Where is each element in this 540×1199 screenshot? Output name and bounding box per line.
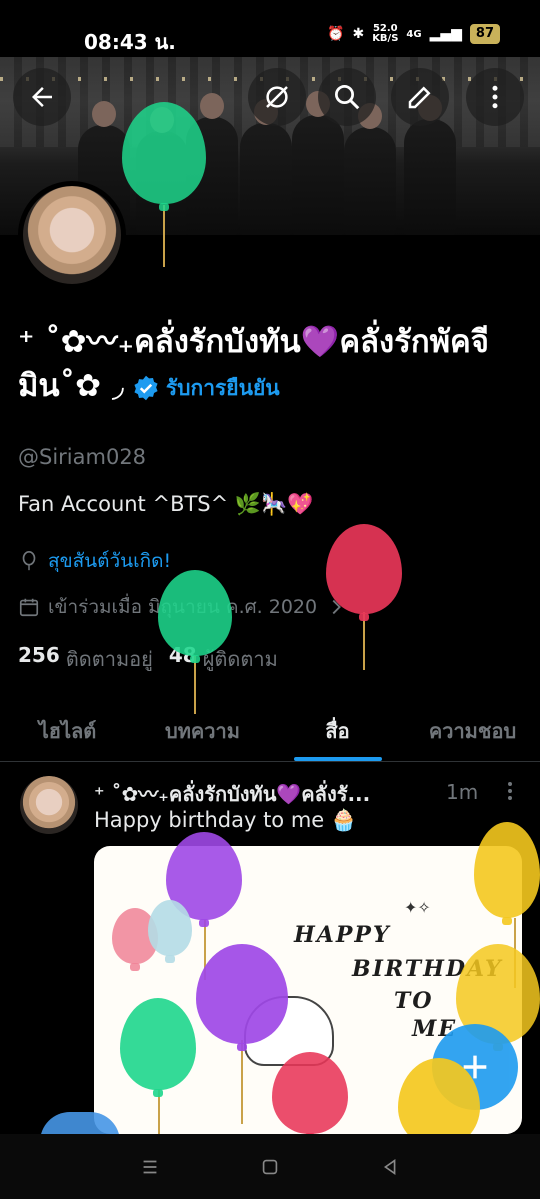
no-grok-icon bbox=[266, 86, 288, 108]
balloon-icon bbox=[22, 551, 36, 571]
banner-figure bbox=[404, 95, 456, 235]
search-button[interactable] bbox=[318, 68, 376, 126]
status-time: 08:43 น. bbox=[84, 30, 176, 54]
network-speed: 52.0 KB/S bbox=[372, 23, 399, 44]
grok-button[interactable] bbox=[248, 68, 306, 126]
tab-articles[interactable]: บทความ bbox=[135, 700, 270, 761]
follow-stats: 256 ติดตามอยู่ 48 ผู้ติดตาม bbox=[18, 643, 278, 675]
balloon-string bbox=[194, 656, 196, 714]
alarm-icon: ⏰ bbox=[327, 26, 345, 42]
striped-balloon bbox=[148, 900, 192, 956]
more-options-button[interactable] bbox=[466, 68, 524, 126]
birthday-text[interactable]: สุขสันต์วันเกิด! bbox=[48, 546, 171, 576]
bluetooth-icon: ✱ bbox=[352, 26, 365, 42]
profile-avatar[interactable] bbox=[18, 181, 126, 289]
battery-indicator: 87 bbox=[469, 24, 500, 44]
signal-icon: ▂▄▆ bbox=[429, 26, 462, 42]
back-nav-icon[interactable] bbox=[379, 1156, 401, 1178]
edit-button[interactable] bbox=[391, 68, 449, 126]
following-label[interactable]: ติดตามอยู่ bbox=[66, 643, 153, 675]
tab-highlights[interactable]: ไฮไลต์ bbox=[0, 700, 135, 761]
tweet-avatar[interactable] bbox=[20, 776, 78, 834]
edit-icon bbox=[408, 86, 431, 109]
verified-label[interactable]: รับการยืนยัน bbox=[166, 376, 280, 400]
status-icons: ⏰ ✱ 52.0 KB/S 4G ▂▄▆ 87 bbox=[327, 24, 500, 44]
back-button[interactable] bbox=[13, 68, 71, 126]
tweet-text: Happy birthday to me 🧁 bbox=[94, 808, 358, 832]
verified-icon[interactable] bbox=[132, 374, 160, 402]
following-count[interactable]: 256 bbox=[18, 643, 60, 675]
green-balloon bbox=[122, 102, 206, 204]
profile-tabs: ไฮไลต์ บทความ สื่อ ความชอบ bbox=[0, 700, 540, 762]
tab-media[interactable]: สื่อ bbox=[270, 700, 405, 761]
sparkle-decoration: ✦✧ bbox=[404, 898, 431, 917]
yellow-balloon bbox=[474, 822, 540, 918]
birthday-row[interactable]: สุขสันต์วันเกิด! bbox=[18, 546, 171, 576]
profile-display-name: ⁺ ˚✿〰₊คลั่งรักบังทัน💜คลั่งรักพัคจีมิน˚✿ … bbox=[18, 320, 522, 410]
back-arrow-icon bbox=[32, 87, 52, 107]
home-icon[interactable] bbox=[259, 1156, 281, 1178]
tweet-author-name[interactable]: ⁺ ˚✿〰₊คลั่งรักบังทัน💜คลั่งรั... bbox=[94, 778, 494, 810]
red-balloon bbox=[326, 524, 402, 614]
media-text-line: TO bbox=[394, 988, 434, 1014]
tweet-timestamp: 1m bbox=[446, 780, 479, 804]
red-balloon bbox=[272, 1052, 348, 1134]
profile-handle: @Siriam028 bbox=[18, 445, 147, 469]
profile-bio: Fan Account ^BTS^ 🌿🎠💖 bbox=[18, 492, 314, 516]
media-text-line: HAPPY bbox=[294, 922, 391, 948]
banner-figure bbox=[240, 99, 292, 235]
calendar-icon bbox=[19, 598, 39, 617]
banner-figure bbox=[292, 91, 344, 235]
balloon-string bbox=[163, 205, 165, 267]
green-balloon bbox=[120, 998, 196, 1090]
balloon-string bbox=[241, 1040, 243, 1124]
tab-likes[interactable]: ความชอบ bbox=[405, 700, 540, 761]
more-vertical-icon bbox=[492, 85, 498, 109]
system-navigation-bar bbox=[0, 1134, 540, 1199]
purple-balloon bbox=[196, 944, 288, 1044]
network-type: 4G bbox=[406, 28, 422, 40]
banner-figure bbox=[344, 103, 396, 235]
tweet-more-icon[interactable] bbox=[500, 776, 520, 806]
recent-apps-icon[interactable] bbox=[139, 1156, 161, 1178]
search-icon bbox=[335, 85, 360, 110]
green-balloon bbox=[158, 570, 232, 656]
